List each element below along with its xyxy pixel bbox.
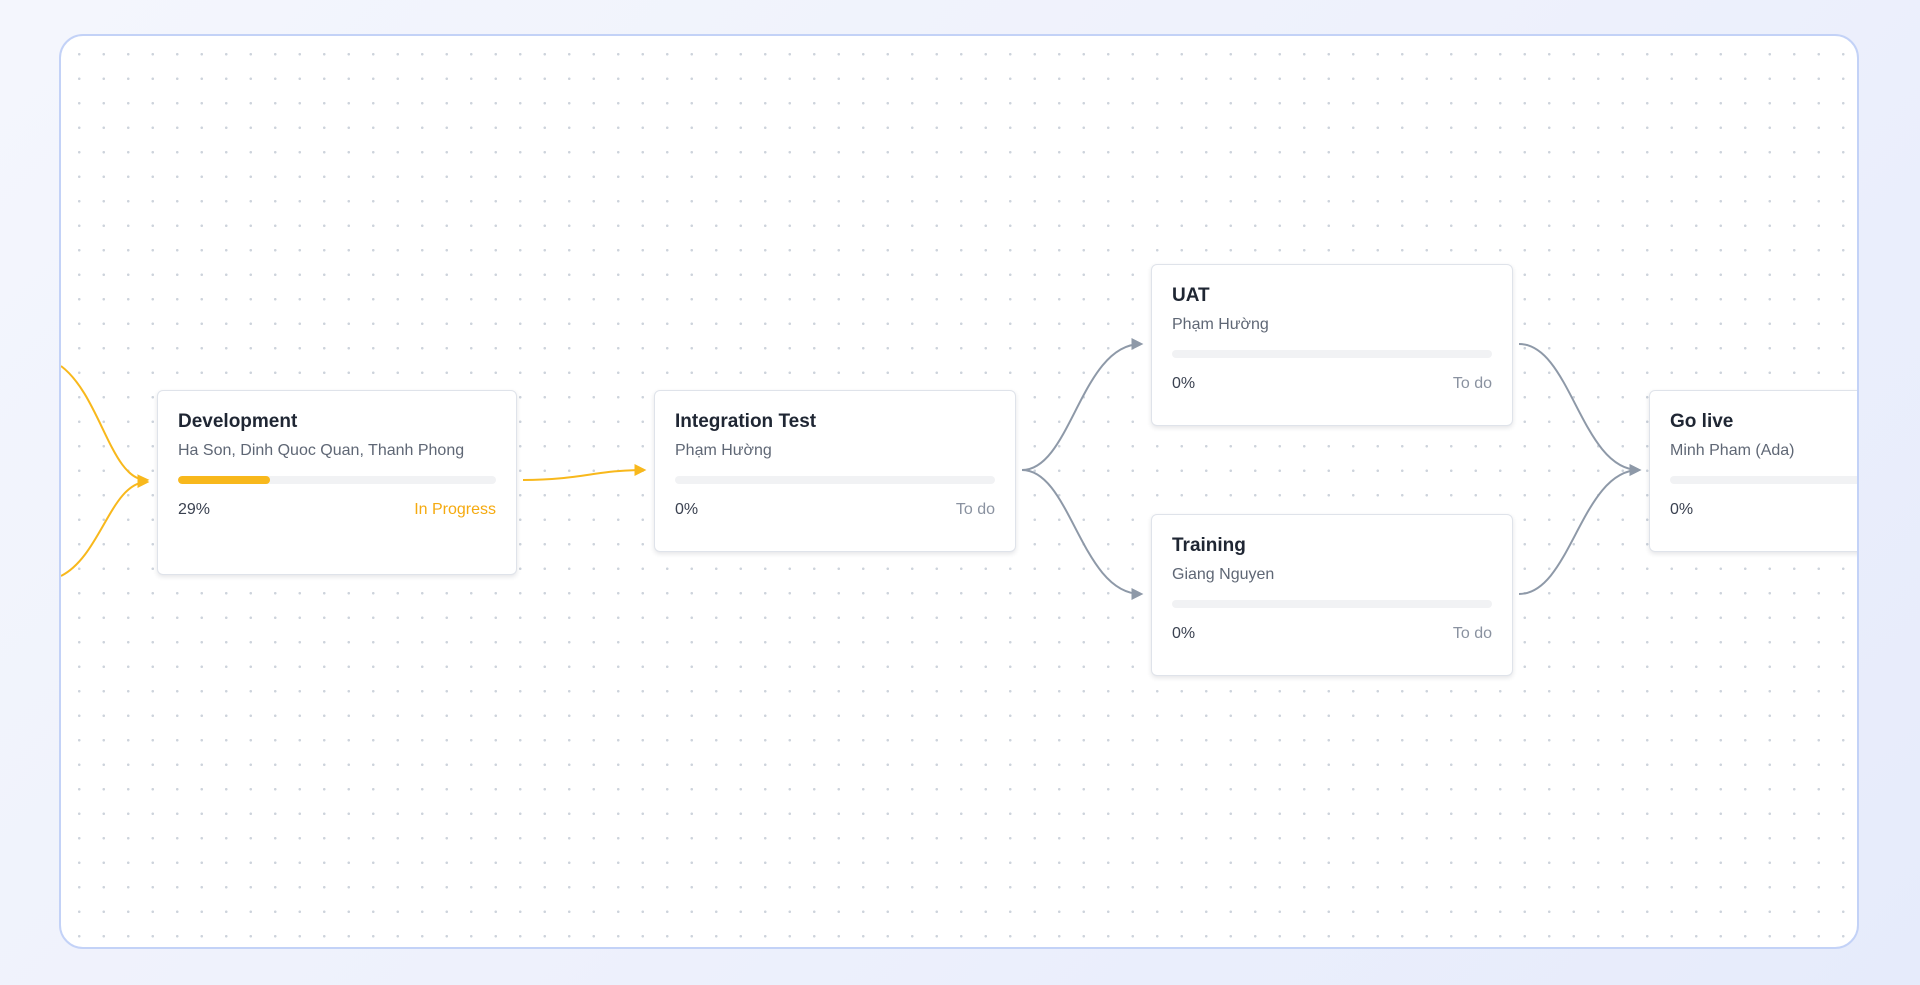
node-title: UAT	[1172, 285, 1210, 306]
progress-bar	[1172, 600, 1492, 608]
edge-development-to-integration-test[interactable]	[522, 464, 647, 481]
node-footer: 0%	[1670, 500, 1857, 520]
node-assignee: Giang Nguyen	[1172, 566, 1275, 583]
node-title: Development	[178, 411, 298, 432]
edge-integration-test-to-training[interactable]	[1021, 469, 1144, 600]
node-assignee: Phạm Hường	[1172, 316, 1269, 333]
progress-percent: 0%	[1670, 501, 1694, 518]
progress-bar	[1670, 476, 1857, 484]
edge-uat-to-go-live[interactable]	[1518, 343, 1642, 476]
progress-bar	[1172, 350, 1492, 358]
workflow-canvas[interactable]: Development Ha Son, Dinh Quoc Quan, Than…	[59, 34, 1859, 949]
node-footer: 29% In Progress	[178, 500, 496, 520]
node-footer: 0% To do	[1172, 374, 1492, 394]
progress-fill	[178, 476, 271, 484]
progress-bar	[675, 476, 995, 484]
node-footer: 0% To do	[1172, 624, 1492, 644]
node-footer: 0% To do	[675, 500, 995, 520]
node-assignee: Ha Son, Dinh Quoc Quan, Thanh Phong	[178, 442, 465, 459]
node-training[interactable]: Training Giang Nguyen 0% To do	[1151, 514, 1513, 676]
node-title: Training	[1172, 535, 1246, 556]
node-integration-test[interactable]: Integration Test Phạm Hường 0% To do	[654, 390, 1016, 552]
progress-percent: 29%	[178, 501, 211, 518]
status-label: To do	[955, 501, 995, 518]
node-assignee: Phạm Hường	[675, 442, 772, 459]
edge-upstream-bottom-to-development[interactable]	[61, 476, 150, 577]
edge-training-to-go-live[interactable]	[1518, 464, 1642, 595]
node-title: Integration Test	[675, 411, 817, 432]
node-development[interactable]: Development Ha Son, Dinh Quoc Quan, Than…	[157, 390, 517, 575]
node-uat[interactable]: UAT Phạm Hường 0% To do	[1151, 264, 1513, 426]
status-label: In Progress	[414, 501, 496, 518]
status-label: To do	[1452, 625, 1492, 642]
progress-percent: 0%	[1172, 375, 1196, 392]
status-label: To do	[1452, 375, 1492, 392]
progress-percent: 0%	[675, 501, 699, 518]
progress-bar	[178, 476, 496, 484]
edge-integration-test-to-uat[interactable]	[1021, 338, 1144, 471]
node-assignee: Minh Pham (Ada)	[1670, 442, 1795, 459]
node-title: Go live	[1670, 411, 1734, 432]
node-go-live[interactable]: Go live Minh Pham (Ada) 0%	[1649, 390, 1857, 552]
edge-upstream-top-to-development[interactable]	[61, 365, 150, 487]
progress-percent: 0%	[1172, 625, 1196, 642]
